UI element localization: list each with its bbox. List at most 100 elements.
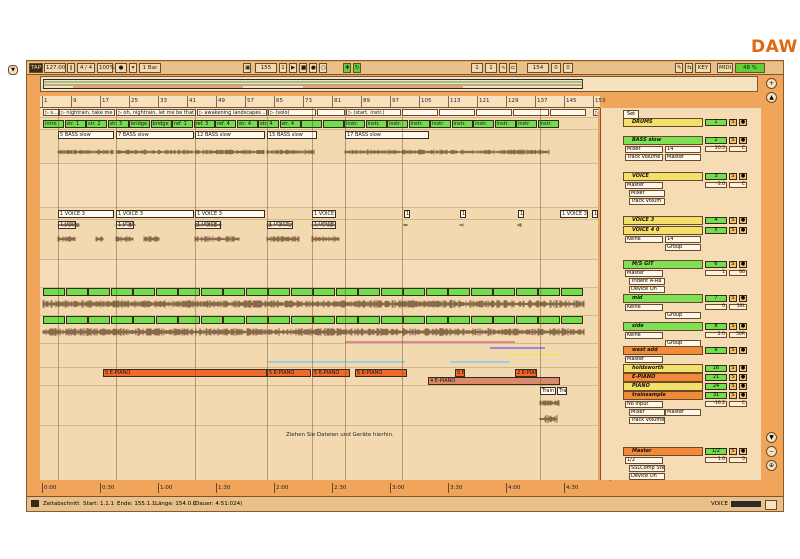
track-number[interactable]: 9 — [705, 347, 727, 354]
arrangement-overview[interactable] — [40, 76, 758, 92]
solo-button[interactable]: S — [729, 295, 737, 302]
track-number[interactable]: 3 — [705, 173, 727, 180]
solo-button[interactable]: S — [729, 227, 737, 234]
pan-value[interactable]: 0 — [729, 457, 747, 463]
loop-start-beat[interactable]: 1 — [485, 63, 497, 73]
track-header[interactable]: trainsample — [623, 391, 703, 400]
device-select[interactable]: Mixer — [629, 409, 665, 416]
overdub-icon[interactable]: ○ — [319, 63, 327, 73]
solo-button[interactable]: S — [729, 365, 737, 372]
track-number[interactable]: 2 — [705, 137, 727, 144]
pan-value[interactable]: C — [729, 146, 747, 152]
volume-value[interactable]: 2.0 — [705, 332, 727, 338]
loop-length[interactable]: 154 — [527, 63, 549, 73]
param-select[interactable]: Track Volume — [625, 154, 663, 161]
follow-icon[interactable]: ▣ — [243, 63, 251, 73]
position-beat[interactable]: 1 — [279, 63, 287, 73]
routing-select[interactable]: Keine — [625, 332, 663, 339]
device-select[interactable]: Mixer — [629, 190, 665, 197]
arm-button[interactable]: ● — [739, 137, 747, 144]
device-select[interactable]: Trident A-Ra — [629, 278, 665, 285]
input-select[interactable]: 14 — [665, 146, 701, 153]
param-select[interactable]: Track Volume — [629, 417, 665, 424]
routing-select[interactable]: Keine — [625, 236, 663, 243]
track-number[interactable]: 4 — [705, 217, 727, 224]
track-number[interactable]: 7 — [705, 295, 727, 302]
nudge-icon[interactable]: ‖ — [67, 63, 75, 73]
arm-button[interactable]: ● — [739, 365, 747, 372]
arm-button[interactable]: ● — [739, 119, 747, 126]
output-select[interactable]: Group — [665, 312, 701, 319]
track-number[interactable]: 24 — [705, 383, 727, 390]
param-select[interactable]: Device On — [629, 473, 665, 480]
stop-icon[interactable]: ■ — [299, 63, 307, 73]
solo-button[interactable]: S — [729, 383, 737, 390]
arm-button[interactable]: ● — [739, 217, 747, 224]
param-select[interactable]: Track Volum — [629, 198, 665, 205]
input-select[interactable]: 14 — [665, 236, 701, 243]
tap-button[interactable]: TAP — [29, 63, 43, 73]
mixer-toggle-icon[interactable] — [765, 500, 777, 510]
time-ruler[interactable]: 0:00 0:30 1:00 1:30 2:00 2:30 3:00 3:30 4:00 4:30 — [40, 483, 600, 493]
arm-button[interactable]: ● — [739, 392, 747, 399]
song-position[interactable]: 155 — [255, 63, 277, 73]
pan-value[interactable]: C — [729, 182, 747, 188]
loop-length-beat[interactable]: 0 — [551, 63, 561, 73]
solo-button[interactable]: S — [729, 448, 737, 455]
track-header[interactable]: PIANO — [623, 382, 703, 391]
track-header[interactable]: BASS slow — [623, 136, 703, 145]
volume-value[interactable]: 0 — [705, 304, 727, 310]
track-header[interactable]: VOICE — [623, 172, 703, 181]
pan-value[interactable]: 50L — [729, 304, 747, 310]
solo-button[interactable]: S — [729, 217, 737, 224]
solo-button[interactable]: S — [729, 374, 737, 381]
solo-button[interactable]: S — [729, 392, 737, 399]
volume-value[interactable]: 1 — [705, 270, 727, 276]
output-select[interactable]: Master — [665, 154, 701, 161]
key-map-button[interactable]: KEY — [695, 63, 711, 73]
arm-button[interactable]: ● — [739, 295, 747, 302]
track-header[interactable]: DRUMS — [623, 118, 703, 127]
track-header[interactable]: Master — [623, 447, 703, 456]
dropdown-icon[interactable]: ▾ — [129, 63, 137, 73]
pan-value[interactable]: 50R — [729, 332, 747, 338]
record-icon[interactable]: ● — [309, 63, 317, 73]
solo-button[interactable]: S — [729, 347, 737, 354]
track-header[interactable]: E-PIANO — [623, 373, 703, 382]
quantize-select[interactable]: 1 Bar — [139, 63, 161, 73]
time-signature[interactable]: 4 / 4 — [77, 63, 95, 73]
midi-map-button[interactable]: MIDI — [717, 63, 733, 73]
track-header[interactable]: VOICE 4 0 — [623, 226, 703, 235]
pencil-icon[interactable]: ✎ — [675, 63, 683, 73]
automation-arm-icon[interactable]: ✚ — [343, 63, 351, 73]
output-select[interactable]: Group — [665, 244, 701, 251]
volume-value[interactable]: 20.5 — [705, 146, 727, 152]
volume-value[interactable]: -16.2 — [705, 401, 727, 407]
metronome-icon[interactable]: ● — [115, 63, 127, 73]
zoom-in-icon[interactable]: + — [766, 78, 777, 89]
track-number[interactable]: 1 — [705, 119, 727, 126]
routing-select[interactable]: Mixer — [625, 146, 663, 153]
routing-select[interactable]: Keine — [625, 304, 663, 311]
track-header[interactable]: mid — [623, 294, 703, 303]
arm-button[interactable]: ● — [739, 173, 747, 180]
play-icon[interactable]: ▶ — [289, 63, 297, 73]
draw-mode-icon[interactable]: ∿ — [499, 63, 507, 73]
link-icon[interactable]: ⇆ — [685, 63, 693, 73]
volume-value[interactable]: 1.0 — [705, 457, 727, 463]
arm-button[interactable]: ● — [739, 227, 747, 234]
volume-value[interactable]: -3.0 — [705, 182, 727, 188]
routing-select[interactable]: Master — [625, 182, 663, 189]
zoom-out-icon[interactable]: − — [766, 446, 777, 457]
track-number[interactable]: 1/2 — [705, 448, 727, 455]
arm-button[interactable]: ● — [739, 448, 747, 455]
loop-toggle-icon[interactable]: ↻ — [353, 63, 361, 73]
track-number[interactable]: 5 — [705, 227, 727, 234]
param-select[interactable]: Device On — [629, 286, 665, 293]
track-header[interactable]: west add — [623, 346, 703, 355]
track-number[interactable]: 6 — [705, 261, 727, 268]
device-select[interactable]: SSLComp Ster — [629, 465, 665, 472]
left-collapse-icon[interactable]: ▼ — [8, 65, 18, 75]
zoom-level[interactable]: 100% — [97, 63, 115, 73]
pan-value[interactable]: C — [729, 401, 747, 407]
